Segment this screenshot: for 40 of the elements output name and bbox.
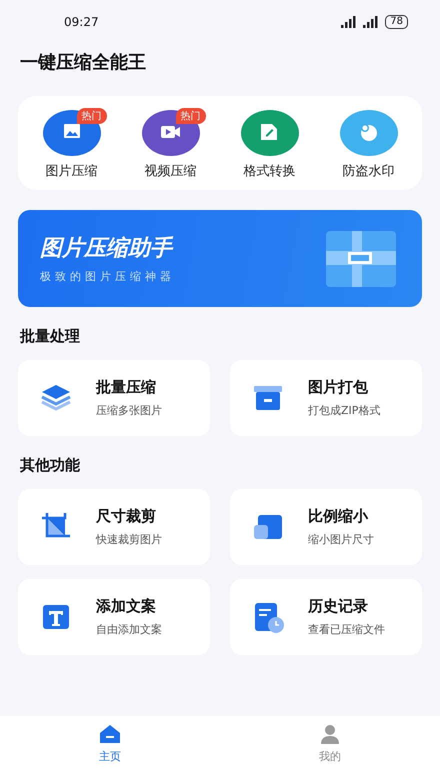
- banner-title: 图片压缩助手: [40, 235, 174, 263]
- feature-title: 历史记录: [308, 597, 369, 616]
- battery-level: 78: [385, 15, 408, 29]
- feature-card[interactable]: 尺寸裁剪 快速裁剪图片: [18, 489, 210, 565]
- feature-subtitle: 快速裁剪图片: [96, 532, 162, 547]
- status-time: 09:27: [64, 15, 99, 29]
- feature-title: 比例缩小: [308, 507, 370, 526]
- grid-illustration-icon: [326, 230, 396, 286]
- hot-badge: 热门: [176, 108, 206, 124]
- tool-label[interactable]: 图片压缩: [46, 162, 98, 180]
- signal-icon: [363, 16, 380, 28]
- feature-subtitle: 缩小图片尺寸: [308, 532, 374, 547]
- home-icon: [98, 722, 122, 746]
- feature-title: 添加文案: [96, 597, 157, 616]
- feature-subtitle: 打包成ZIP格式: [308, 403, 380, 418]
- banner-subtitle: 极致的图片压缩神器: [40, 269, 175, 284]
- feature-card[interactable]: 历史记录 查看已压缩文件: [230, 579, 422, 655]
- hot-badge: 热门: [76, 108, 106, 124]
- feature-card[interactable]: 比例缩小 缩小图片尺寸: [230, 489, 422, 565]
- feature-subtitle: 压缩多张图片: [96, 403, 162, 418]
- feature-title: 批量压缩: [96, 378, 157, 397]
- feature-card[interactable]: 图片打包 打包成ZIP格式: [230, 360, 422, 436]
- tool-label[interactable]: 防盗水印: [342, 162, 394, 180]
- person-icon: [318, 722, 342, 746]
- feature-card[interactable]: 批量压缩 压缩多张图片: [18, 360, 210, 436]
- feature-card[interactable]: 添加文案 自由添加文案: [18, 579, 210, 655]
- tool-label[interactable]: 格式转换: [244, 162, 296, 180]
- signal-icon: [341, 16, 358, 28]
- section-title: 批量处理: [20, 327, 81, 346]
- tool-icon-circle[interactable]: [240, 110, 298, 156]
- promo-banner[interactable]: 图片压缩助手 极致的图片压缩神器: [18, 210, 422, 307]
- feature-subtitle: 查看已压缩文件: [308, 622, 385, 637]
- feature-subtitle: 自由添加文案: [96, 622, 162, 637]
- nav-tab[interactable]: 主页: [78, 720, 142, 766]
- section-title: 其他功能: [20, 456, 81, 475]
- feature-title: 图片打包: [308, 378, 369, 397]
- nav-tab[interactable]: 我的: [298, 720, 362, 766]
- tool-label[interactable]: 视频压缩: [144, 162, 196, 180]
- app-title: 一键压缩全能王: [20, 51, 147, 74]
- feature-title: 尺寸裁剪: [96, 507, 157, 526]
